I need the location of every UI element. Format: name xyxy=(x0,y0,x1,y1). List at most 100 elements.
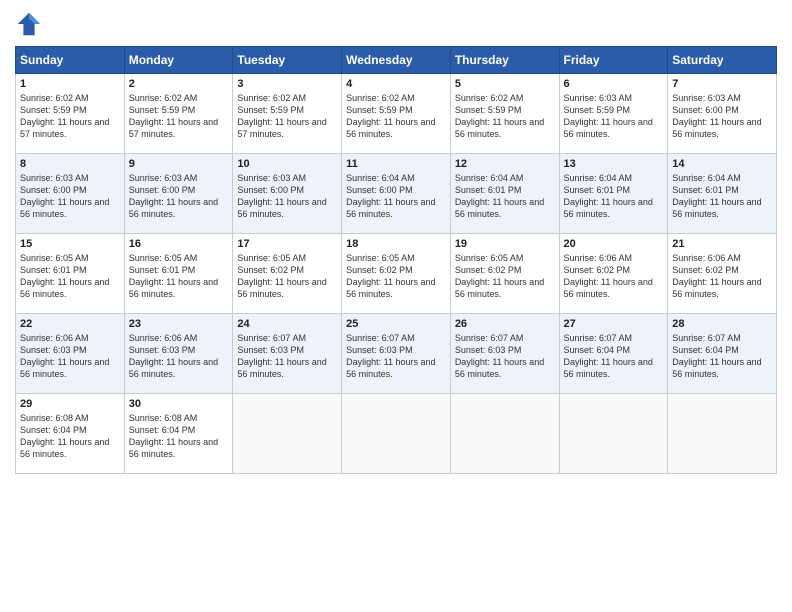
day-number: 3 xyxy=(237,78,337,90)
day-cell xyxy=(342,394,451,474)
page: SundayMondayTuesdayWednesdayThursdayFrid… xyxy=(0,0,792,612)
day-number: 12 xyxy=(455,158,555,170)
day-info: Sunrise: 6:05 AM Sunset: 6:01 PM Dayligh… xyxy=(20,252,120,301)
header-cell-sunday: Sunday xyxy=(16,47,125,74)
day-cell: 3 Sunrise: 6:02 AM Sunset: 5:59 PM Dayli… xyxy=(233,74,342,154)
day-cell: 16 Sunrise: 6:05 AM Sunset: 6:01 PM Dayl… xyxy=(124,234,233,314)
header-cell-saturday: Saturday xyxy=(668,47,777,74)
day-number: 30 xyxy=(129,398,229,410)
day-cell: 13 Sunrise: 6:04 AM Sunset: 6:01 PM Dayl… xyxy=(559,154,668,234)
day-number: 29 xyxy=(20,398,120,410)
day-info: Sunrise: 6:08 AM Sunset: 6:04 PM Dayligh… xyxy=(129,412,229,461)
day-info: Sunrise: 6:07 AM Sunset: 6:04 PM Dayligh… xyxy=(672,332,772,381)
day-info: Sunrise: 6:02 AM Sunset: 5:59 PM Dayligh… xyxy=(20,92,120,141)
day-info: Sunrise: 6:04 AM Sunset: 6:01 PM Dayligh… xyxy=(564,172,664,221)
day-info: Sunrise: 6:05 AM Sunset: 6:01 PM Dayligh… xyxy=(129,252,229,301)
day-number: 28 xyxy=(672,318,772,330)
day-info: Sunrise: 6:07 AM Sunset: 6:03 PM Dayligh… xyxy=(455,332,555,381)
day-info: Sunrise: 6:05 AM Sunset: 6:02 PM Dayligh… xyxy=(455,252,555,301)
header xyxy=(15,10,777,38)
day-cell: 15 Sunrise: 6:05 AM Sunset: 6:01 PM Dayl… xyxy=(16,234,125,314)
day-info: Sunrise: 6:04 AM Sunset: 6:01 PM Dayligh… xyxy=(672,172,772,221)
day-number: 27 xyxy=(564,318,664,330)
day-cell: 30 Sunrise: 6:08 AM Sunset: 6:04 PM Dayl… xyxy=(124,394,233,474)
logo xyxy=(15,10,47,38)
day-info: Sunrise: 6:02 AM Sunset: 5:59 PM Dayligh… xyxy=(455,92,555,141)
day-cell: 21 Sunrise: 6:06 AM Sunset: 6:02 PM Dayl… xyxy=(668,234,777,314)
header-cell-wednesday: Wednesday xyxy=(342,47,451,74)
day-cell xyxy=(450,394,559,474)
week-row: 1 Sunrise: 6:02 AM Sunset: 5:59 PM Dayli… xyxy=(16,74,777,154)
day-cell: 24 Sunrise: 6:07 AM Sunset: 6:03 PM Dayl… xyxy=(233,314,342,394)
header-cell-monday: Monday xyxy=(124,47,233,74)
day-number: 9 xyxy=(129,158,229,170)
day-cell: 1 Sunrise: 6:02 AM Sunset: 5:59 PM Dayli… xyxy=(16,74,125,154)
day-number: 6 xyxy=(564,78,664,90)
day-cell xyxy=(233,394,342,474)
header-cell-thursday: Thursday xyxy=(450,47,559,74)
calendar-body: 1 Sunrise: 6:02 AM Sunset: 5:59 PM Dayli… xyxy=(16,74,777,474)
day-number: 16 xyxy=(129,238,229,250)
day-cell xyxy=(559,394,668,474)
day-number: 23 xyxy=(129,318,229,330)
day-number: 25 xyxy=(346,318,446,330)
header-cell-tuesday: Tuesday xyxy=(233,47,342,74)
week-row: 15 Sunrise: 6:05 AM Sunset: 6:01 PM Dayl… xyxy=(16,234,777,314)
day-info: Sunrise: 6:03 AM Sunset: 5:59 PM Dayligh… xyxy=(564,92,664,141)
day-number: 4 xyxy=(346,78,446,90)
week-row: 8 Sunrise: 6:03 AM Sunset: 6:00 PM Dayli… xyxy=(16,154,777,234)
header-cell-friday: Friday xyxy=(559,47,668,74)
day-cell: 28 Sunrise: 6:07 AM Sunset: 6:04 PM Dayl… xyxy=(668,314,777,394)
day-info: Sunrise: 6:05 AM Sunset: 6:02 PM Dayligh… xyxy=(237,252,337,301)
day-number: 22 xyxy=(20,318,120,330)
day-number: 21 xyxy=(672,238,772,250)
day-number: 11 xyxy=(346,158,446,170)
day-cell: 11 Sunrise: 6:04 AM Sunset: 6:00 PM Dayl… xyxy=(342,154,451,234)
day-number: 26 xyxy=(455,318,555,330)
day-cell: 18 Sunrise: 6:05 AM Sunset: 6:02 PM Dayl… xyxy=(342,234,451,314)
day-info: Sunrise: 6:07 AM Sunset: 6:03 PM Dayligh… xyxy=(237,332,337,381)
day-number: 24 xyxy=(237,318,337,330)
day-cell: 2 Sunrise: 6:02 AM Sunset: 5:59 PM Dayli… xyxy=(124,74,233,154)
day-info: Sunrise: 6:03 AM Sunset: 6:00 PM Dayligh… xyxy=(672,92,772,141)
day-info: Sunrise: 6:04 AM Sunset: 6:01 PM Dayligh… xyxy=(455,172,555,221)
day-number: 17 xyxy=(237,238,337,250)
day-cell: 22 Sunrise: 6:06 AM Sunset: 6:03 PM Dayl… xyxy=(16,314,125,394)
day-cell: 23 Sunrise: 6:06 AM Sunset: 6:03 PM Dayl… xyxy=(124,314,233,394)
day-cell: 14 Sunrise: 6:04 AM Sunset: 6:01 PM Dayl… xyxy=(668,154,777,234)
day-info: Sunrise: 6:03 AM Sunset: 6:00 PM Dayligh… xyxy=(20,172,120,221)
day-info: Sunrise: 6:08 AM Sunset: 6:04 PM Dayligh… xyxy=(20,412,120,461)
day-info: Sunrise: 6:06 AM Sunset: 6:03 PM Dayligh… xyxy=(20,332,120,381)
day-number: 7 xyxy=(672,78,772,90)
day-cell: 20 Sunrise: 6:06 AM Sunset: 6:02 PM Dayl… xyxy=(559,234,668,314)
day-info: Sunrise: 6:04 AM Sunset: 6:00 PM Dayligh… xyxy=(346,172,446,221)
calendar-table: SundayMondayTuesdayWednesdayThursdayFrid… xyxy=(15,46,777,474)
day-info: Sunrise: 6:06 AM Sunset: 6:03 PM Dayligh… xyxy=(129,332,229,381)
day-number: 2 xyxy=(129,78,229,90)
day-cell: 10 Sunrise: 6:03 AM Sunset: 6:00 PM Dayl… xyxy=(233,154,342,234)
day-number: 19 xyxy=(455,238,555,250)
day-cell: 27 Sunrise: 6:07 AM Sunset: 6:04 PM Dayl… xyxy=(559,314,668,394)
day-info: Sunrise: 6:02 AM Sunset: 5:59 PM Dayligh… xyxy=(237,92,337,141)
day-number: 20 xyxy=(564,238,664,250)
day-number: 1 xyxy=(20,78,120,90)
day-info: Sunrise: 6:06 AM Sunset: 6:02 PM Dayligh… xyxy=(564,252,664,301)
day-info: Sunrise: 6:06 AM Sunset: 6:02 PM Dayligh… xyxy=(672,252,772,301)
day-info: Sunrise: 6:03 AM Sunset: 6:00 PM Dayligh… xyxy=(129,172,229,221)
day-number: 13 xyxy=(564,158,664,170)
day-cell: 25 Sunrise: 6:07 AM Sunset: 6:03 PM Dayl… xyxy=(342,314,451,394)
day-cell: 9 Sunrise: 6:03 AM Sunset: 6:00 PM Dayli… xyxy=(124,154,233,234)
day-cell: 7 Sunrise: 6:03 AM Sunset: 6:00 PM Dayli… xyxy=(668,74,777,154)
day-cell: 29 Sunrise: 6:08 AM Sunset: 6:04 PM Dayl… xyxy=(16,394,125,474)
day-number: 15 xyxy=(20,238,120,250)
day-cell: 4 Sunrise: 6:02 AM Sunset: 5:59 PM Dayli… xyxy=(342,74,451,154)
day-info: Sunrise: 6:03 AM Sunset: 6:00 PM Dayligh… xyxy=(237,172,337,221)
day-cell: 6 Sunrise: 6:03 AM Sunset: 5:59 PM Dayli… xyxy=(559,74,668,154)
day-info: Sunrise: 6:07 AM Sunset: 6:04 PM Dayligh… xyxy=(564,332,664,381)
day-info: Sunrise: 6:02 AM Sunset: 5:59 PM Dayligh… xyxy=(346,92,446,141)
day-number: 10 xyxy=(237,158,337,170)
day-cell: 19 Sunrise: 6:05 AM Sunset: 6:02 PM Dayl… xyxy=(450,234,559,314)
day-cell: 8 Sunrise: 6:03 AM Sunset: 6:00 PM Dayli… xyxy=(16,154,125,234)
day-number: 8 xyxy=(20,158,120,170)
day-info: Sunrise: 6:02 AM Sunset: 5:59 PM Dayligh… xyxy=(129,92,229,141)
